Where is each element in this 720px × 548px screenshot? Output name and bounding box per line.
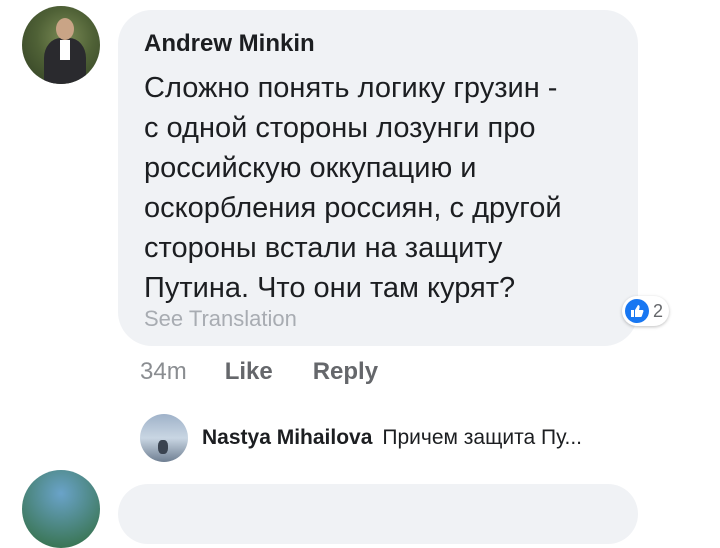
- reply-author[interactable]: Nastya Mihailova: [202, 426, 372, 450]
- comment-author[interactable]: Andrew Minkin: [144, 30, 315, 58]
- reply-avatar[interactable]: [140, 414, 188, 462]
- like-button[interactable]: Like: [225, 358, 273, 386]
- reply-preview[interactable]: Nastya Mihailova Причем защита Пу...: [140, 414, 582, 462]
- see-translation-link[interactable]: See Translation: [144, 306, 297, 332]
- avatar-figure-head: [56, 18, 74, 40]
- avatar-figure-shirt: [60, 40, 70, 60]
- thumbs-up-icon: [625, 299, 649, 323]
- comment-text: Сложно понять логику грузин - с одной ст…: [144, 72, 562, 304]
- next-comment-avatar[interactable]: [22, 470, 100, 548]
- reaction-count: 2: [653, 300, 664, 321]
- comment-timestamp[interactable]: 34m: [140, 358, 187, 386]
- comment-actions: 34m Like Reply: [140, 358, 378, 386]
- next-comment-bubble: [118, 484, 638, 544]
- reactions-badge[interactable]: 2: [622, 296, 670, 326]
- comment-avatar[interactable]: [22, 6, 100, 84]
- reply-button[interactable]: Reply: [313, 358, 378, 386]
- comment-bubble: Andrew Minkin Сложно понять логику грузи…: [118, 10, 638, 346]
- reply-preview-text: Причем защита Пу...: [382, 426, 583, 449]
